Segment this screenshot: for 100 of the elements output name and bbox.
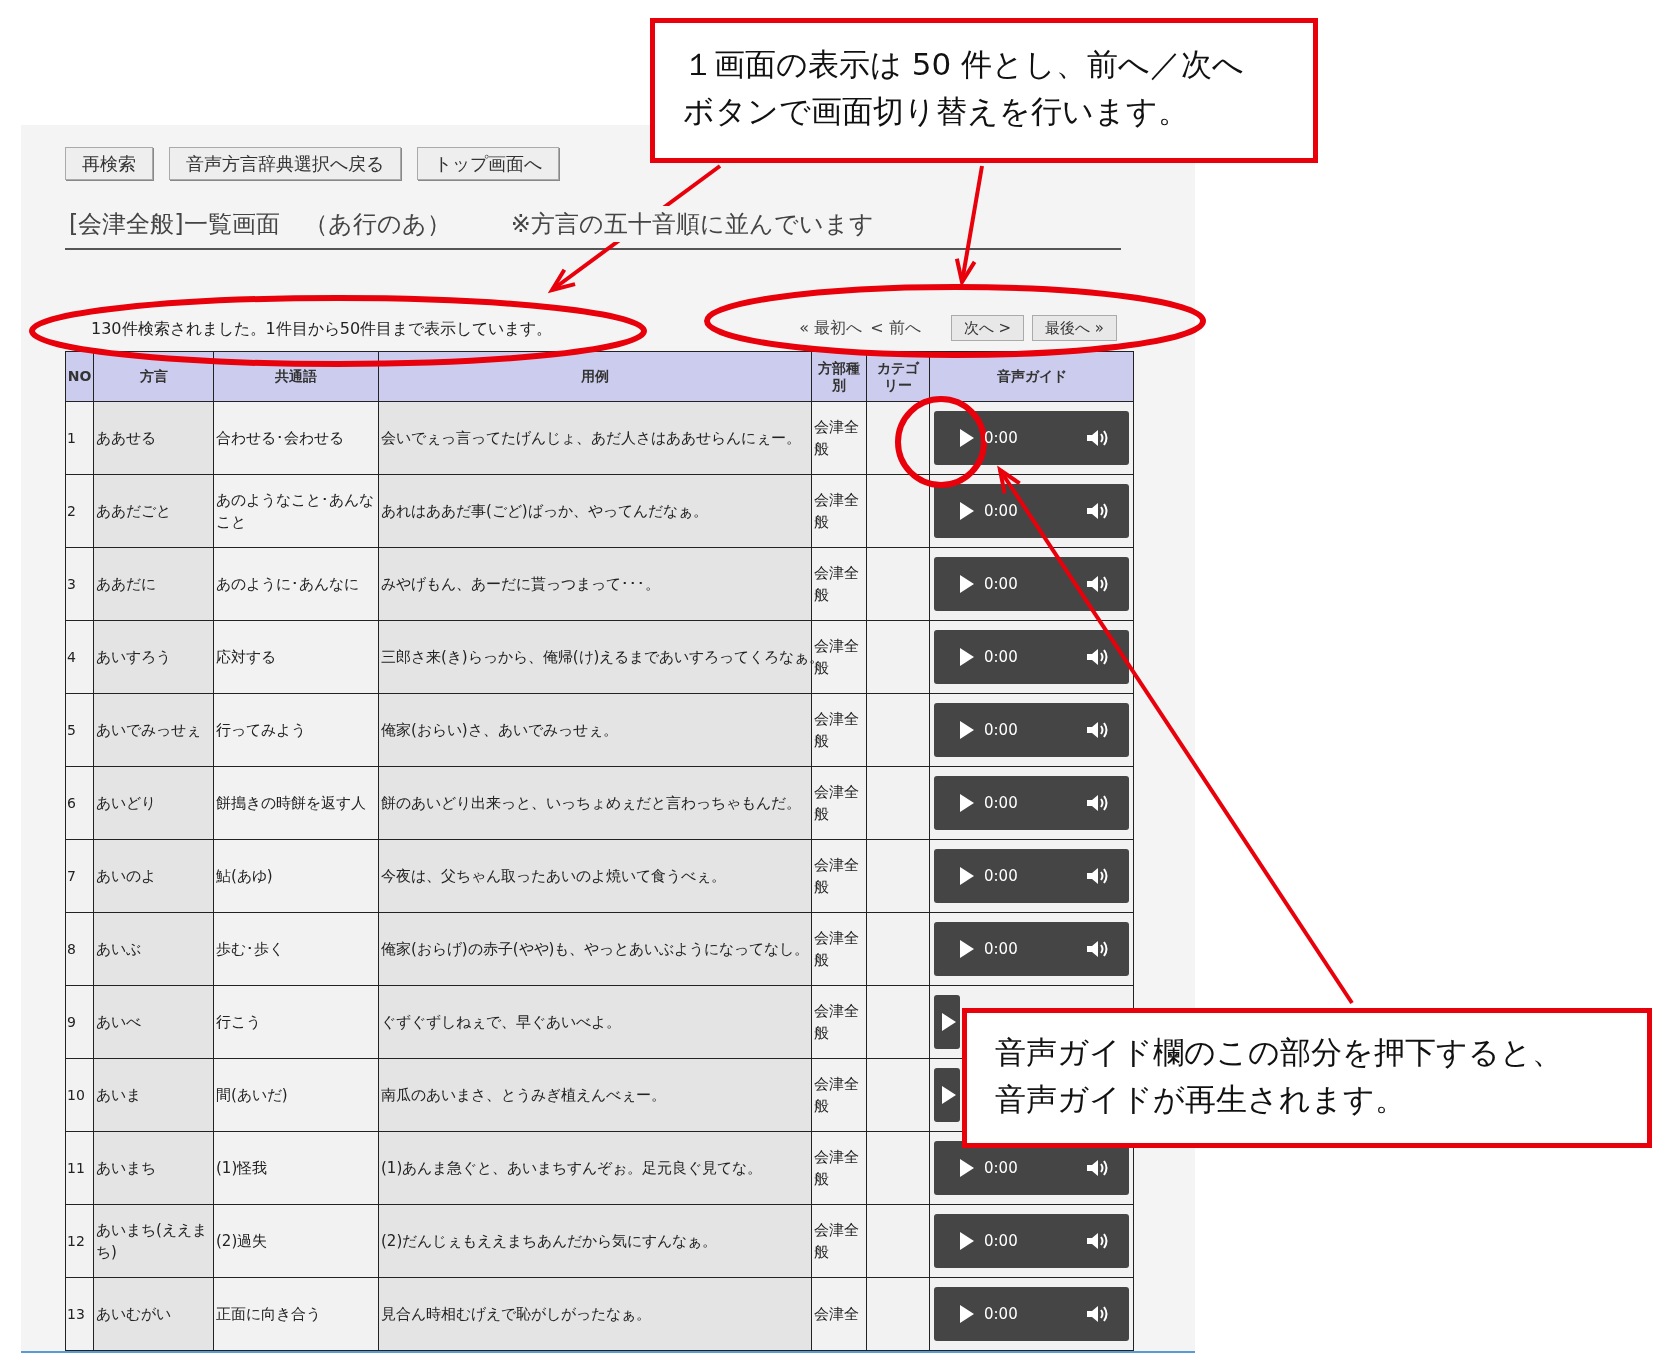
table-cell: 餅搗きの時餅を返す人 bbox=[213, 766, 379, 840]
table-cell: 餅のあいどり出来っと、いっちょめぇだと言わっちゃもんだ。 bbox=[378, 766, 812, 840]
speaker-icon[interactable] bbox=[1087, 502, 1109, 520]
table-cell: 会津全般 bbox=[811, 401, 867, 475]
table-cell: (2)だんじぇもええまちあんだから気にすんなぁ。 bbox=[378, 1204, 812, 1278]
table-cell: 今夜は、父ちゃん取ったあいのよ焼いて食うべぇ。 bbox=[378, 839, 812, 913]
table-cell: 8 bbox=[65, 912, 94, 986]
result-summary: 130件検索されました。1件目から50件目まで表示しています。 bbox=[91, 318, 553, 340]
time-text: 0:00 bbox=[984, 719, 1018, 741]
table-cell: 会津全般 bbox=[811, 1131, 867, 1205]
table-cell: 1 bbox=[65, 401, 94, 475]
table-cell: あのように･あんなに bbox=[213, 547, 379, 621]
play-icon[interactable] bbox=[960, 1305, 974, 1323]
speaker-icon[interactable] bbox=[1087, 575, 1109, 593]
table-cell: 会津全般 bbox=[811, 985, 867, 1059]
play-icon[interactable] bbox=[960, 429, 974, 447]
play-icon[interactable] bbox=[960, 721, 974, 739]
toolbar-button[interactable]: 再検索 bbox=[65, 147, 153, 180]
table-cell: (1)怪我 bbox=[213, 1131, 379, 1205]
table-cell: 9 bbox=[65, 985, 94, 1059]
callout-text: ボタンで画面切り替えを行います。 bbox=[683, 91, 1189, 131]
time-text: 0:00 bbox=[984, 646, 1018, 668]
play-icon[interactable] bbox=[960, 648, 974, 666]
table-cell: 鮎(あゆ) bbox=[213, 839, 379, 913]
table-cell: 13 bbox=[65, 1277, 94, 1351]
play-icon[interactable] bbox=[960, 867, 974, 885]
play-icon[interactable] bbox=[960, 575, 974, 593]
audio-player[interactable] bbox=[934, 995, 960, 1049]
table-cell: 正面に向き合う bbox=[213, 1277, 379, 1351]
table-cell: 俺家(おらい)さ、あいでみっせぇ。 bbox=[378, 693, 812, 767]
audio-player[interactable]: 0:00 bbox=[934, 557, 1129, 611]
table-cell: 4 bbox=[65, 620, 94, 694]
table-cell: あれはああだ事(ごど)ばっか、やってんだなぁ。 bbox=[378, 474, 812, 548]
play-icon[interactable] bbox=[960, 502, 974, 520]
table-cell: あいべ bbox=[93, 985, 214, 1059]
play-icon[interactable] bbox=[960, 940, 974, 958]
speaker-icon[interactable] bbox=[1087, 794, 1109, 812]
time-text: 0:00 bbox=[984, 792, 1018, 814]
table-cell: みやげもん、あーだに貰っつまって･･･。 bbox=[378, 547, 812, 621]
speaker-icon[interactable] bbox=[1087, 1305, 1109, 1323]
table-cell: 6 bbox=[65, 766, 94, 840]
audio-player[interactable]: 0:00 bbox=[934, 776, 1129, 830]
audio-player[interactable]: 0:00 bbox=[934, 484, 1129, 538]
audio-player[interactable]: 0:00 bbox=[934, 922, 1129, 976]
speaker-icon[interactable] bbox=[1087, 867, 1109, 885]
speaker-icon[interactable] bbox=[1087, 1232, 1109, 1250]
pager-button[interactable]: 最後へ » bbox=[1032, 314, 1117, 341]
table-cell: 会津全般 bbox=[811, 547, 867, 621]
speaker-icon[interactable] bbox=[1087, 1159, 1109, 1177]
time-text: 0:00 bbox=[984, 938, 1018, 960]
pager-button[interactable]: 次へ > bbox=[950, 314, 1025, 341]
table-cell: 間(あいだ) bbox=[213, 1058, 379, 1132]
table-cell: あいまち(ええまち) bbox=[93, 1204, 214, 1278]
time-text: 0:00 bbox=[984, 500, 1018, 522]
audio-player[interactable]: 0:00 bbox=[934, 630, 1129, 684]
speaker-icon[interactable] bbox=[1087, 940, 1109, 958]
audio-player[interactable] bbox=[934, 1068, 960, 1122]
table-cell: 10 bbox=[65, 1058, 94, 1132]
audio-player[interactable]: 0:00 bbox=[934, 1214, 1129, 1268]
table-cell: (2)過失 bbox=[213, 1204, 379, 1278]
audio-player[interactable]: 0:00 bbox=[934, 1287, 1129, 1341]
table-cell: あのようなこと･あんなこと bbox=[213, 474, 379, 548]
pager-link[interactable]: « 最初へ bbox=[799, 315, 863, 340]
table-cell: 会津全般 bbox=[811, 693, 867, 767]
table-cell: 会いでぇっ言ってたげんじょ、あだ人さはああせらんにぇー。 bbox=[378, 401, 812, 475]
time-text: 0:00 bbox=[984, 573, 1018, 595]
table-cell: ああせる bbox=[93, 401, 214, 475]
table-cell: 5 bbox=[65, 693, 94, 767]
audio-player[interactable]: 0:00 bbox=[934, 703, 1129, 757]
table-cell: 行ってみよう bbox=[213, 693, 379, 767]
play-icon[interactable] bbox=[960, 1232, 974, 1250]
table-cell: 11 bbox=[65, 1131, 94, 1205]
table-cell: 12 bbox=[65, 1204, 94, 1278]
pager-link[interactable]: < 前へ bbox=[870, 315, 921, 340]
table-cell: あいのよ bbox=[93, 839, 214, 913]
column-header: 用例 bbox=[378, 351, 812, 402]
table-cell: 合わせる･会わせる bbox=[213, 401, 379, 475]
table-cell: 会津全般 bbox=[811, 839, 867, 913]
page-title: [会津全般]一覧画面 （あ行のあ） bbox=[69, 209, 451, 240]
play-icon[interactable] bbox=[960, 794, 974, 812]
speaker-icon[interactable] bbox=[1087, 648, 1109, 666]
table-cell: 見合ん時相むげえで恥がしがったなぁ。 bbox=[378, 1277, 812, 1351]
speaker-icon[interactable] bbox=[1087, 721, 1109, 739]
table-cell: あいむがい bbox=[93, 1277, 214, 1351]
table-cell: 3 bbox=[65, 547, 94, 621]
time-text: 0:00 bbox=[984, 1303, 1018, 1325]
audio-player[interactable]: 0:00 bbox=[934, 849, 1129, 903]
toolbar-button[interactable]: トップ画面へ bbox=[417, 147, 559, 180]
toolbar-button[interactable]: 音声方言辞典選択へ戻る bbox=[169, 147, 401, 180]
table-cell: 会津全 bbox=[811, 1277, 867, 1351]
table-cell: 南瓜のあいまさ、とうみぎ植えんべぇー。 bbox=[378, 1058, 812, 1132]
table-cell: 応対する bbox=[213, 620, 379, 694]
play-icon[interactable] bbox=[942, 1086, 956, 1104]
play-icon[interactable] bbox=[942, 1013, 956, 1031]
table-cell: あいま bbox=[93, 1058, 214, 1132]
table-cell: 俺家(おらげ)の赤子(やや)も、やっとあいぶようになってなし。 bbox=[378, 912, 812, 986]
speaker-icon[interactable] bbox=[1087, 429, 1109, 447]
table-cell: ああだに bbox=[93, 547, 214, 621]
table-cell: あいでみっせぇ bbox=[93, 693, 214, 767]
play-icon[interactable] bbox=[960, 1159, 974, 1177]
